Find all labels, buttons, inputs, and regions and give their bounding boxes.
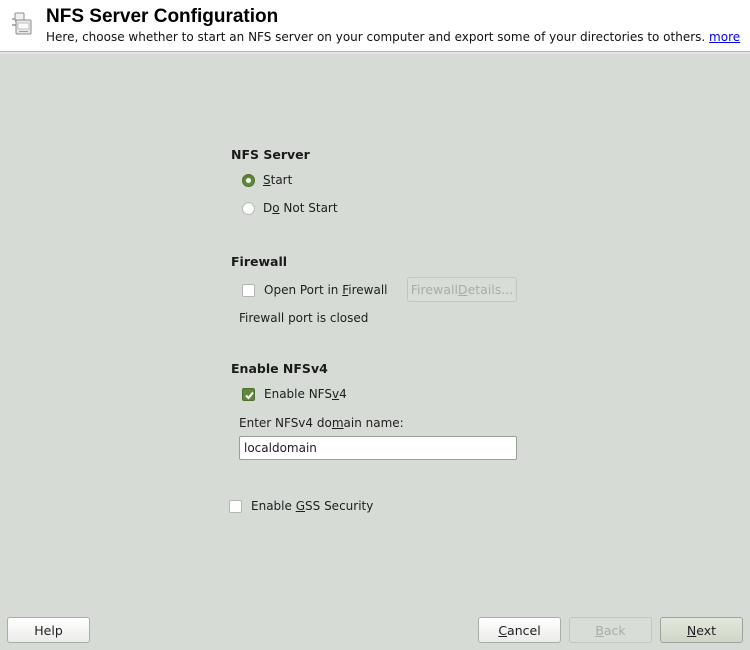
nfs-server-section-title: NFS Server <box>231 147 310 162</box>
firewall-status-text: Firewall port is closed <box>239 311 369 325</box>
enable-nfsv4-label: Enable NFSv4 <box>264 387 347 401</box>
radio-start[interactable]: Start <box>242 171 292 189</box>
enable-nfsv4-checkbox[interactable]: Enable NFSv4 <box>242 385 347 403</box>
enable-gss-checkbox-indicator[interactable] <box>229 499 242 513</box>
enable-gss-checkbox[interactable]: Enable GSS Security <box>229 497 373 515</box>
radio-start-indicator[interactable] <box>242 173 255 187</box>
enable-nfsv4-checkbox-indicator[interactable] <box>242 387 255 401</box>
domain-name-input[interactable] <box>239 436 517 460</box>
checkmark-icon <box>245 391 254 399</box>
next-button[interactable]: Next <box>660 617 743 643</box>
cancel-button[interactable]: Cancel <box>478 617 561 643</box>
help-button[interactable]: Help <box>7 617 90 643</box>
back-button[interactable]: Back <box>569 617 652 643</box>
domain-name-label: Enter NFSv4 domain name: <box>239 416 404 430</box>
nfsv4-section-title: Enable NFSv4 <box>231 361 328 376</box>
firewall-section-title: Firewall <box>231 254 288 269</box>
enable-gss-label: Enable GSS Security <box>251 499 374 513</box>
open-port-checkbox-indicator[interactable] <box>242 283 255 297</box>
radio-do-not-start-indicator[interactable] <box>242 201 255 215</box>
open-port-label: Open Port in Firewall <box>264 283 388 297</box>
firewall-details-button[interactable]: Firewall Details... <box>407 277 517 302</box>
radio-start-label: Start <box>263 173 293 187</box>
main-content: NFS Server Start Do Not Start Firewall O… <box>0 0 750 650</box>
radio-do-not-start[interactable]: Do Not Start <box>242 199 338 217</box>
open-port-checkbox[interactable]: Open Port in Firewall <box>242 281 388 299</box>
radio-do-not-start-label: Do Not Start <box>263 201 338 215</box>
